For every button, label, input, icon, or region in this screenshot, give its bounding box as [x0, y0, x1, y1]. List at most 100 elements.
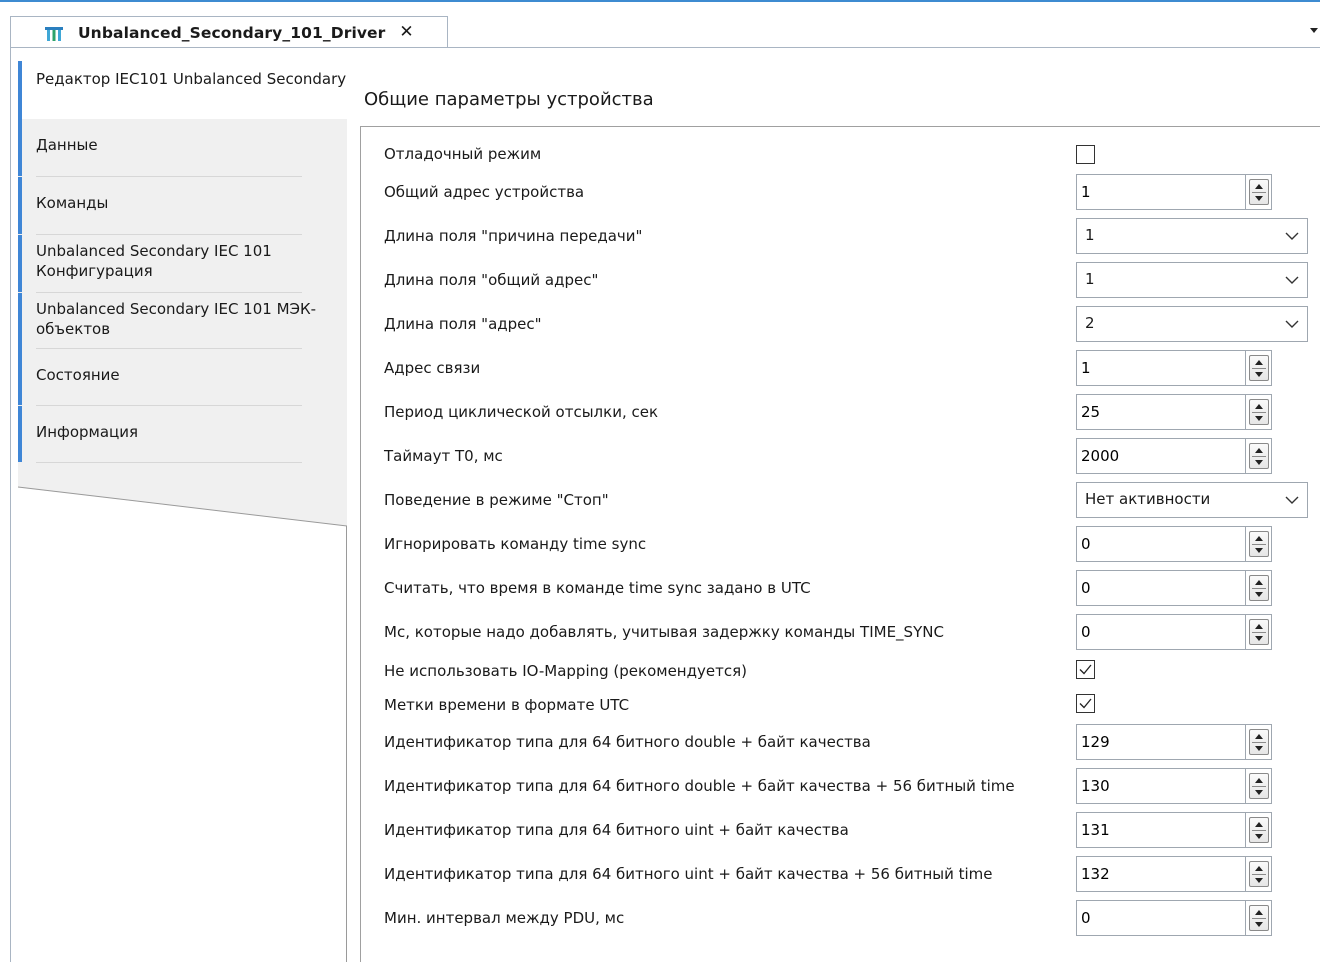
- sidebar-item-status[interactable]: Состояние: [18, 349, 347, 405]
- spin-up-icon[interactable]: [1254, 536, 1263, 541]
- common-address-length-select[interactable]: 1: [1076, 262, 1308, 298]
- param-row-time-sync-utc: Считать, что время в команде time sync з…: [384, 570, 1320, 606]
- spin-buttons[interactable]: [1246, 724, 1272, 760]
- param-row-debug-mode: Отладочный режим: [384, 136, 1320, 172]
- param-row-link-address: Адрес связи: [384, 350, 1320, 386]
- sidebar-item-data[interactable]: Данные: [18, 119, 347, 176]
- time-sync-utc-input[interactable]: [1076, 570, 1246, 606]
- param-label: Длина поля "адрес": [384, 315, 542, 333]
- document-tabstrip: Unbalanced_Secondary_101_Driver ✕: [0, 0, 1320, 48]
- spin-up-icon[interactable]: [1254, 580, 1263, 585]
- type-id-uint-input[interactable]: [1076, 812, 1246, 848]
- param-label: Таймаут T0, мс: [384, 447, 503, 465]
- utc-timestamps-checkbox[interactable]: [1076, 694, 1095, 713]
- link-address-stepper: [1076, 350, 1272, 386]
- debug-mode-checkbox[interactable]: [1076, 145, 1095, 164]
- spin-down-icon[interactable]: [1254, 746, 1263, 751]
- ignore-time-sync-input[interactable]: [1076, 526, 1246, 562]
- param-row-utc-timestamps: Метки времени в формате UTC: [384, 687, 1320, 723]
- spin-up-icon[interactable]: [1254, 360, 1263, 365]
- param-label: Идентификатор типа для 64 битного uint +…: [384, 821, 849, 839]
- time-sync-delay-input[interactable]: [1076, 614, 1246, 650]
- sidebar-item-label: Состояние: [36, 366, 120, 384]
- spin-up-icon[interactable]: [1254, 624, 1263, 629]
- param-label: Метки времени в формате UTC: [384, 696, 630, 714]
- cyclic-period-input[interactable]: [1076, 394, 1246, 430]
- stop-behavior-select[interactable]: Нет активности: [1076, 482, 1308, 518]
- section-title: Общие параметры устройства: [364, 89, 654, 110]
- time-sync-utc-stepper: [1076, 570, 1272, 606]
- param-label: Общий адрес устройства: [384, 183, 585, 201]
- spin-down-icon[interactable]: [1254, 592, 1263, 597]
- link-address-input[interactable]: [1076, 350, 1246, 386]
- type-id-double-stepper: [1076, 724, 1272, 760]
- spin-down-icon[interactable]: [1254, 790, 1263, 795]
- no-io-mapping-checkbox[interactable]: [1076, 660, 1095, 679]
- tab-unbalanced-secondary-driver[interactable]: Unbalanced_Secondary_101_Driver ✕: [10, 16, 448, 48]
- type-id-uint-time-input[interactable]: [1076, 856, 1246, 892]
- spin-buttons[interactable]: [1246, 812, 1272, 848]
- spin-down-icon[interactable]: [1254, 834, 1263, 839]
- editor-frame-border: [10, 46, 11, 962]
- spin-up-icon[interactable]: [1254, 404, 1263, 409]
- spin-buttons[interactable]: [1246, 900, 1272, 936]
- sidebar-separator: [36, 462, 302, 463]
- param-row-type-id-double-time: Идентификатор типа для 64 битного double…: [384, 768, 1320, 804]
- spin-down-icon[interactable]: [1254, 416, 1263, 421]
- spin-up-icon[interactable]: [1254, 448, 1263, 453]
- sidebar-item-info[interactable]: Информация: [18, 406, 347, 462]
- spin-up-icon[interactable]: [1254, 734, 1263, 739]
- sidebar-item-label: Информация: [36, 423, 139, 441]
- spin-buttons[interactable]: [1246, 856, 1272, 892]
- min-pdu-interval-input[interactable]: [1076, 900, 1246, 936]
- sidebar-item-editor[interactable]: Редактор IEC101 Unbalanced Secondary: [18, 61, 347, 119]
- spin-up-icon[interactable]: [1254, 866, 1263, 871]
- common-address-input[interactable]: [1076, 174, 1246, 210]
- spin-up-icon[interactable]: [1254, 184, 1263, 189]
- close-icon[interactable]: ✕: [399, 24, 413, 41]
- device-icon: [45, 27, 63, 41]
- spin-up-icon[interactable]: [1254, 822, 1263, 827]
- spin-buttons[interactable]: [1246, 350, 1272, 386]
- spin-down-icon[interactable]: [1254, 196, 1263, 201]
- param-row-time-sync-delay: Мс, которые надо добавлять, учитывая зад…: [384, 614, 1320, 650]
- spin-buttons[interactable]: [1246, 768, 1272, 804]
- spin-down-icon[interactable]: [1254, 548, 1263, 553]
- param-row-common-address-length: Длина поля "общий адрес" 1: [384, 262, 1320, 298]
- chevron-down-icon: [1285, 320, 1299, 328]
- spin-buttons[interactable]: [1246, 394, 1272, 430]
- chevron-down-icon: [1285, 496, 1299, 504]
- cot-length-select[interactable]: 1: [1076, 218, 1308, 254]
- param-label: Идентификатор типа для 64 битного double…: [384, 733, 871, 751]
- chevron-down-icon[interactable]: [1310, 28, 1318, 33]
- param-row-timeout-t0: Таймаут T0, мс: [384, 438, 1320, 474]
- address-length-select[interactable]: 2: [1076, 306, 1308, 342]
- timeout-t0-input[interactable]: [1076, 438, 1246, 474]
- cyclic-period-stepper: [1076, 394, 1272, 430]
- spin-buttons[interactable]: [1246, 438, 1272, 474]
- sidebar-item-iec-objects[interactable]: Unbalanced Secondary IEC 101 МЭК-объекто…: [18, 293, 347, 350]
- spin-buttons[interactable]: [1246, 174, 1272, 210]
- sidebar-item-commands[interactable]: Команды: [18, 177, 347, 234]
- select-value: 1: [1085, 226, 1095, 244]
- param-row-common-address: Общий адрес устройства: [384, 174, 1320, 210]
- type-id-uint-stepper: [1076, 812, 1272, 848]
- spin-down-icon[interactable]: [1254, 460, 1263, 465]
- sidebar-item-label: Unbalanced Secondary IEC 101 Конфигураци…: [36, 242, 272, 280]
- spin-down-icon[interactable]: [1254, 922, 1263, 927]
- sidebar-item-label: Unbalanced Secondary IEC 101 МЭК-объекто…: [36, 300, 317, 338]
- sidebar-item-label: Данные: [36, 136, 98, 154]
- spin-down-icon[interactable]: [1254, 878, 1263, 883]
- sidebar-item-configuration[interactable]: Unbalanced Secondary IEC 101 Конфигураци…: [18, 235, 347, 292]
- spin-up-icon[interactable]: [1254, 910, 1263, 915]
- spin-down-icon[interactable]: [1254, 636, 1263, 641]
- param-label: Длина поля "общий адрес": [384, 271, 599, 289]
- spin-buttons[interactable]: [1246, 570, 1272, 606]
- spin-down-icon[interactable]: [1254, 372, 1263, 377]
- type-id-double-time-input[interactable]: [1076, 768, 1246, 804]
- type-id-double-input[interactable]: [1076, 724, 1246, 760]
- spin-buttons[interactable]: [1246, 614, 1272, 650]
- param-row-cyclic-period: Период циклической отсылки, сек: [384, 394, 1320, 430]
- spin-up-icon[interactable]: [1254, 778, 1263, 783]
- spin-buttons[interactable]: [1246, 526, 1272, 562]
